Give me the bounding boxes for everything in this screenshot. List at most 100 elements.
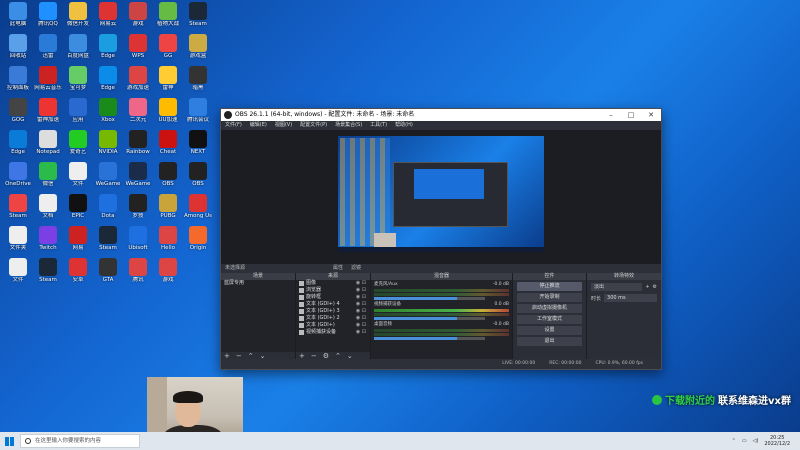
filters-button[interactable]: 滤镜 — [351, 264, 361, 273]
control-button[interactable]: 设置 — [517, 326, 582, 335]
properties-button[interactable]: 属性 — [333, 264, 343, 273]
desktop-icon[interactable]: 文件夹 — [2, 226, 34, 257]
desktop-icon[interactable]: 网易 — [62, 226, 94, 257]
scene-item[interactable]: 蓝屏专用 — [221, 280, 295, 287]
obs-preview[interactable] — [221, 130, 661, 264]
visibility-lock-icon[interactable]: ◉ ⊡ — [356, 280, 366, 287]
desktop-icon[interactable]: 网易云音乐 — [32, 66, 64, 97]
desktop-icon[interactable]: Edge — [92, 66, 124, 97]
desktop-icon[interactable]: Among Us — [182, 194, 214, 225]
menu-item[interactable]: 工具(T) — [370, 121, 387, 130]
volume-slider[interactable] — [374, 317, 485, 320]
desktop-icon[interactable]: Steam — [92, 226, 124, 257]
gear-icon[interactable]: ⚙ — [653, 284, 657, 290]
desktop-icon[interactable]: 游戏加速 — [122, 66, 154, 97]
source-item[interactable]: 文本 (GDI+) 4 ◉ ⊡ — [296, 301, 370, 308]
desktop-icon[interactable]: 微信开发 — [62, 2, 94, 33]
desktop-icon[interactable]: 腾讯会议 — [182, 98, 214, 129]
desktop-icon[interactable]: 罗技 — [122, 194, 154, 225]
source-item[interactable]: 图像 ◉ ⊡ — [296, 280, 370, 287]
clock[interactable]: 20:25 2022/12/2 — [764, 435, 790, 447]
visibility-lock-icon[interactable]: ◉ ⊡ — [356, 287, 366, 294]
desktop-icon[interactable]: WeGame — [122, 162, 154, 193]
desktop-icon[interactable]: 雷神加速 — [32, 98, 64, 129]
desktop-icon[interactable]: Cheat — [152, 130, 184, 161]
desktop-icon[interactable]: 文档 — [32, 194, 64, 225]
desktop-icon[interactable]: 游戏 — [152, 258, 184, 289]
desktop-icon[interactable]: 爱奇艺 — [62, 130, 94, 161]
desktop-icon[interactable]: Hello — [152, 226, 184, 257]
visibility-lock-icon[interactable]: ◉ ⊡ — [356, 308, 366, 315]
transition-select[interactable]: 淡出 — [591, 283, 643, 291]
close-button[interactable]: ✕ — [641, 109, 661, 121]
desktop-icon[interactable]: Steam — [182, 2, 214, 33]
desktop-icon[interactable]: Notepad — [32, 130, 64, 161]
control-button[interactable]: 退出 — [517, 337, 582, 346]
desktop-icon[interactable]: 微信 — [32, 162, 64, 193]
desktop-icon[interactable]: 腾讯 — [122, 258, 154, 289]
menu-item[interactable]: 场景集合(S) — [335, 121, 362, 130]
desktop-icon[interactable]: 文件 — [2, 258, 34, 289]
desktop-icon[interactable]: UU加速 — [152, 98, 184, 129]
desktop-icon[interactable]: OBS — [182, 162, 214, 193]
desktop-icon[interactable]: 应用 — [62, 98, 94, 129]
desktop-icon[interactable]: Dota — [92, 194, 124, 225]
visibility-lock-icon[interactable]: ◉ ⊡ — [356, 301, 366, 308]
desktop-icon[interactable]: Origin — [182, 226, 214, 257]
desktop-icon[interactable]: 宝可梦 — [62, 66, 94, 97]
desktop-icon[interactable]: 网易云 — [92, 2, 124, 33]
desktop-icon[interactable]: 迅雷 — [32, 34, 64, 65]
visibility-lock-icon[interactable]: ◉ ⊡ — [356, 294, 366, 301]
desktop-icon[interactable]: 文件 — [62, 162, 94, 193]
volume-icon[interactable]: ◁) — [753, 438, 759, 444]
chevron-up-icon[interactable]: ⌃ — [732, 438, 736, 444]
desktop-icon[interactable]: Rainbow — [122, 130, 154, 161]
source-item[interactable]: 旋转框 ◉ ⊡ — [296, 294, 370, 301]
desktop-icon[interactable]: OneDrive — [2, 162, 34, 193]
desktop-icon[interactable]: WPS — [122, 34, 154, 65]
desktop-icon[interactable]: NEXT — [182, 130, 214, 161]
visibility-lock-icon[interactable]: ◉ ⊡ — [356, 329, 366, 336]
desktop-icon[interactable]: Edge — [2, 130, 34, 161]
source-item[interactable]: 文本 (GDI+) 3 ◉ ⊡ — [296, 308, 370, 315]
source-item[interactable]: 文本 (GDI+) 2 ◉ ⊡ — [296, 315, 370, 322]
visibility-lock-icon[interactable]: ◉ ⊡ — [356, 322, 366, 329]
desktop-icon[interactable]: Twitch — [32, 226, 64, 257]
desktop-icon[interactable]: Steam — [2, 194, 34, 225]
desktop-icon[interactable]: 百度网盘 — [62, 34, 94, 65]
desktop-icon[interactable]: WeGame — [92, 162, 124, 193]
desktop-icon[interactable]: 回收站 — [2, 34, 34, 65]
control-button[interactable]: 启动虚拟摄像机 — [517, 304, 582, 313]
menu-item[interactable]: 配置文件(P) — [300, 121, 327, 130]
desktop-icon[interactable]: 二次元 — [122, 98, 154, 129]
source-item[interactable]: 浏览器 ◉ ⊡ — [296, 287, 370, 294]
desktop-icon[interactable]: PUBG — [152, 194, 184, 225]
menu-item[interactable]: 帮助(H) — [395, 121, 413, 130]
desktop-icon[interactable]: GTA — [92, 258, 124, 289]
start-button[interactable] — [0, 432, 18, 450]
maximize-button[interactable]: □ — [621, 109, 641, 121]
menu-item[interactable]: 编辑(E) — [250, 121, 267, 130]
desktop-icon[interactable]: OBS — [152, 162, 184, 193]
visibility-lock-icon[interactable]: ◉ ⊡ — [356, 315, 366, 322]
taskbar-search[interactable]: 在这里输入你要搜索的内容 — [20, 434, 140, 448]
add-icon[interactable]: + — [645, 284, 649, 290]
desktop-icon[interactable]: Ubisoft — [122, 226, 154, 257]
desktop-icon[interactable]: 腾讯QQ — [32, 2, 64, 33]
desktop-icon[interactable]: Edge — [92, 34, 124, 65]
menu-item[interactable]: 文件(F) — [225, 121, 242, 130]
desktop-icon[interactable]: 暗黑 — [182, 66, 214, 97]
desktop-icon[interactable]: 控制面板 — [2, 66, 34, 97]
minimize-button[interactable]: – — [601, 109, 621, 121]
source-item[interactable]: 视频捕获设备 ◉ ⊡ — [296, 329, 370, 336]
desktop-icon[interactable]: 安卓 — [62, 258, 94, 289]
duration-input[interactable]: 300 ms — [604, 294, 657, 302]
volume-slider[interactable] — [374, 337, 485, 340]
desktop-icon[interactable]: 此电脑 — [2, 2, 34, 33]
desktop-icon[interactable]: 植物大战 — [152, 2, 184, 33]
desktop-icon[interactable]: NVIDIA — [92, 130, 124, 161]
source-item[interactable]: 文本 (GDI+) ◉ ⊡ — [296, 322, 370, 329]
volume-slider[interactable] — [374, 297, 485, 300]
desktop-icon[interactable]: GG — [152, 34, 184, 65]
network-icon[interactable]: ▭ — [742, 438, 747, 444]
